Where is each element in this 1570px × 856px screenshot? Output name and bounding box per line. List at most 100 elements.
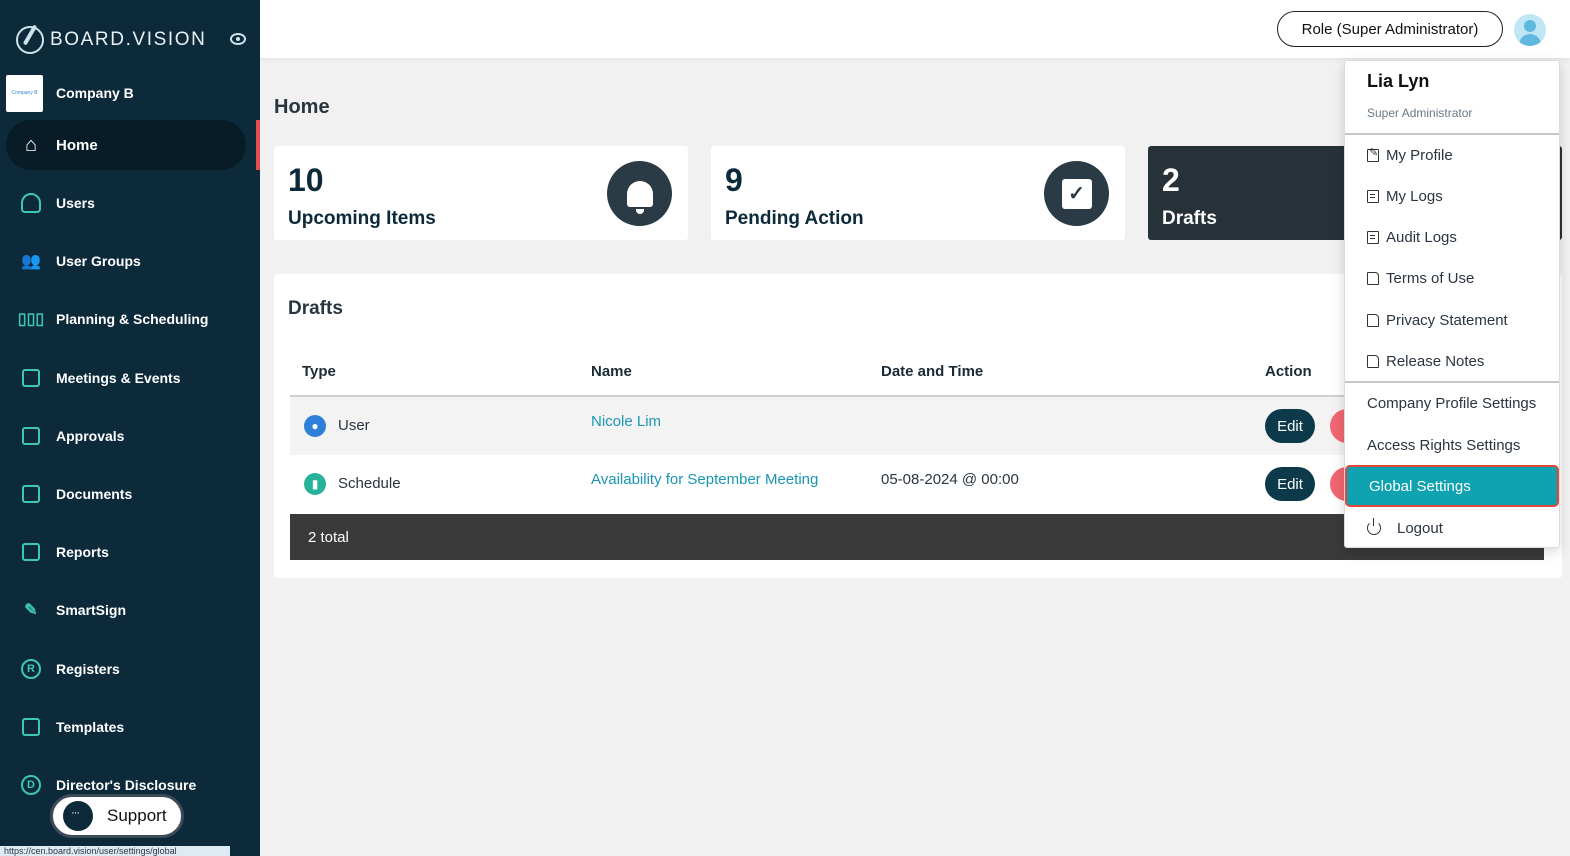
- menu-divider: [1345, 133, 1559, 135]
- menu-item-label: My Profile: [1386, 146, 1453, 164]
- sidebar-item-label: Users: [56, 195, 95, 212]
- sidebar-item-planning-scheduling[interactable]: ▯▯▯ Planning & Scheduling: [0, 290, 260, 348]
- schedule-type-icon: ▮: [304, 473, 326, 495]
- stat-value: 2: [1162, 162, 1180, 198]
- menu-item-terms-of-use[interactable]: Terms of Use: [1367, 268, 1474, 288]
- menu-item-label: Release Notes: [1386, 352, 1485, 370]
- file-icon: [1367, 354, 1379, 368]
- stat-label: Upcoming Items: [288, 208, 436, 229]
- sidebar-nav: ⌂ Home Users 👥 User Groups ▯▯▯ Planning …: [0, 120, 260, 814]
- bell-icon: [607, 161, 672, 226]
- support-button[interactable]: Support: [50, 794, 184, 838]
- sidebar-item-label: SmartSign: [56, 602, 127, 619]
- menu-item-logout[interactable]: Logout: [1367, 518, 1443, 538]
- sidebar-item-approvals[interactable]: Approvals: [0, 407, 260, 465]
- edit-button[interactable]: Edit: [1265, 409, 1315, 443]
- brand-logo[interactable]: BOARD.VISION: [16, 24, 252, 56]
- menu-item-privacy-statement[interactable]: Privacy Statement: [1367, 310, 1508, 330]
- menu-user-name: Lia Lyn: [1367, 71, 1430, 91]
- row-type: Schedule: [338, 475, 401, 492]
- role-button[interactable]: Role (Super Administrator): [1277, 11, 1503, 47]
- stat-label: Drafts: [1162, 208, 1217, 229]
- menu-item-label: My Logs: [1386, 187, 1443, 205]
- menu-item-label: Privacy Statement: [1386, 311, 1508, 329]
- stat-card-upcoming[interactable]: 10 Upcoming Items: [274, 146, 688, 240]
- column-header-action: Action: [1265, 363, 1312, 380]
- eye-toggle-icon[interactable]: [230, 33, 246, 45]
- board-vision-logo-icon: [16, 26, 44, 54]
- menu-user-role: Super Administrator: [1367, 106, 1473, 120]
- row-name-link[interactable]: Availability for September Meeting: [591, 471, 818, 488]
- menu-item-my-profile[interactable]: My Profile: [1367, 145, 1453, 165]
- menu-item-my-logs[interactable]: My Logs: [1367, 186, 1443, 206]
- checkbox-icon: ✓: [1044, 161, 1109, 226]
- sidebar-item-label: Home: [56, 136, 98, 154]
- column-header-name: Name: [591, 363, 632, 380]
- document-icon: [1367, 189, 1379, 203]
- sidebar-item-documents[interactable]: Documents: [0, 465, 260, 523]
- calendar-check-icon: [20, 367, 42, 389]
- menu-item-release-notes[interactable]: Release Notes: [1367, 351, 1484, 371]
- chat-icon: [63, 801, 93, 831]
- pen-icon: ✎: [24, 602, 38, 620]
- registered-icon: R: [20, 658, 42, 680]
- column-header-type: Type: [302, 363, 336, 380]
- sidebar-item-user-groups[interactable]: 👥 User Groups: [0, 232, 260, 290]
- company-name: Company B: [56, 85, 134, 101]
- sidebar-item-label: Planning & Scheduling: [56, 311, 209, 328]
- stat-card-pending[interactable]: 9 Pending Action ✓: [711, 146, 1125, 240]
- sidebar: BOARD.VISION Company B Company B ⌂ Home …: [0, 0, 260, 856]
- menu-item-label: Logout: [1397, 519, 1443, 537]
- file-icon: [1367, 271, 1379, 285]
- company-logo: Company B: [6, 74, 43, 112]
- sidebar-item-meetings-events[interactable]: Meetings & Events: [0, 349, 260, 407]
- disclosure-icon: D: [20, 774, 42, 796]
- stat-value: 10: [288, 162, 324, 198]
- sidebar-item-home[interactable]: ⌂ Home: [6, 120, 260, 170]
- sidebar-item-reports[interactable]: Reports: [0, 523, 260, 581]
- page-title: Home: [274, 96, 330, 118]
- sidebar-item-label: Reports: [56, 544, 109, 561]
- stat-label: Pending Action: [725, 208, 864, 229]
- document-icon: [1367, 230, 1379, 244]
- documents-icon: [20, 483, 42, 505]
- menu-divider: [1345, 381, 1559, 383]
- template-icon: [20, 716, 42, 738]
- user-groups-icon: 👥: [21, 253, 41, 271]
- stat-value: 9: [725, 162, 743, 198]
- menu-item-label: Audit Logs: [1386, 228, 1457, 246]
- menu-item-audit-logs[interactable]: Audit Logs: [1367, 227, 1457, 247]
- reports-icon: [20, 541, 42, 563]
- row-name-link[interactable]: Nicole Lim: [591, 413, 661, 430]
- sidebar-item-label: Templates: [56, 718, 125, 735]
- user-avatar[interactable]: [1514, 14, 1546, 46]
- user-dropdown-menu: Lia Lyn Super Administrator My Profile M…: [1344, 60, 1560, 548]
- power-icon: [1367, 518, 1381, 535]
- user-icon: [20, 192, 42, 214]
- sidebar-item-smartsign[interactable]: ✎ SmartSign: [0, 581, 260, 639]
- menu-item-label: Terms of Use: [1386, 269, 1475, 287]
- column-header-datetime: Date and Time: [881, 363, 984, 380]
- menu-item-access-rights-settings[interactable]: Access Rights Settings: [1367, 435, 1520, 455]
- sidebar-item-label: Documents: [56, 486, 133, 503]
- sidebar-item-users[interactable]: Users: [0, 174, 260, 232]
- brand-name: BOARD.VISION: [50, 29, 207, 50]
- user-type-icon: ●: [304, 415, 326, 437]
- sidebar-item-label: Approvals: [56, 427, 125, 444]
- row-type: User: [338, 417, 370, 434]
- status-bar-url: https://cen.board.vision/user/settings/g…: [0, 846, 230, 856]
- approvals-icon: [20, 425, 42, 447]
- sidebar-item-label: User Groups: [56, 253, 141, 270]
- sidebar-item-registers[interactable]: R Registers: [0, 640, 260, 698]
- home-icon: ⌂: [24, 133, 38, 156]
- company-switcher[interactable]: Company B Company B: [6, 74, 134, 112]
- menu-item-company-profile-settings[interactable]: Company Profile Settings: [1367, 393, 1536, 413]
- edit-button[interactable]: Edit: [1265, 467, 1315, 501]
- sidebar-item-label: Meetings & Events: [56, 369, 181, 386]
- menu-item-global-settings[interactable]: Global Settings: [1345, 465, 1559, 507]
- sidebar-item-templates[interactable]: Templates: [0, 698, 260, 756]
- file-icon: [1367, 313, 1379, 327]
- edit-icon: [1367, 146, 1379, 162]
- sidebar-item-label: Director's Disclosure: [56, 776, 197, 793]
- row-datetime: 05-08-2024 @ 00:00: [881, 471, 1019, 488]
